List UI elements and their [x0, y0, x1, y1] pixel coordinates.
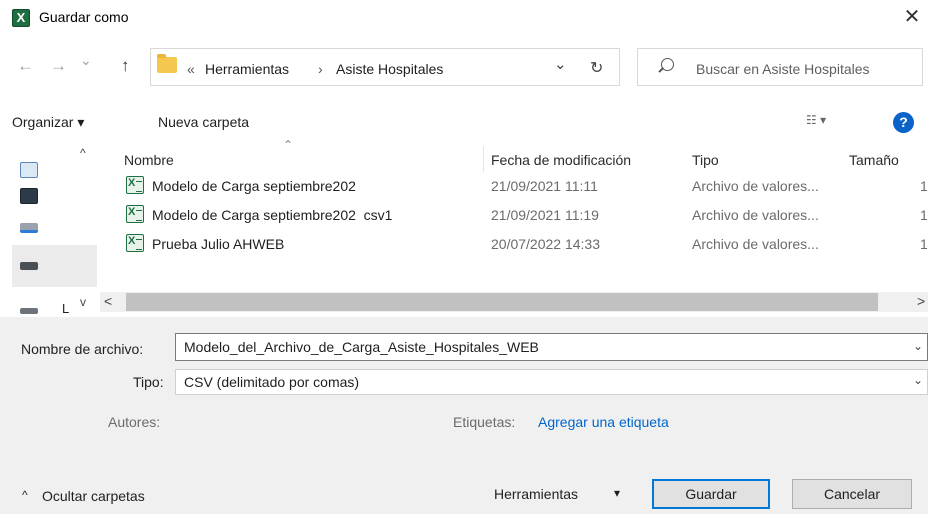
column-header-name[interactable]: Nombre [124, 152, 174, 168]
title-bar [0, 0, 928, 36]
organize-menu[interactable]: Organizar ▾ [12, 114, 84, 131]
documents-icon[interactable] [20, 162, 38, 178]
type-label: Tipo: [133, 374, 164, 390]
table-row[interactable]: Modelo de Carga septiembre202 21/09/2021… [100, 174, 928, 198]
filename-dropdown-icon[interactable]: ⌄ [913, 339, 923, 353]
csv-file-icon [126, 234, 144, 252]
refresh-icon[interactable]: ↻ [590, 58, 603, 78]
forward-icon[interactable]: → [50, 56, 67, 76]
file-size: 1 [920, 178, 928, 194]
windows-drive-icon[interactable] [20, 223, 38, 233]
file-type: Archivo de valores... [692, 178, 819, 194]
search-icon [661, 58, 674, 71]
breadcrumb-herramientas[interactable]: Herramientas [205, 61, 289, 77]
csv-file-icon [126, 205, 144, 223]
file-name: Modelo de Carga septiembre202 [152, 178, 356, 194]
hide-folders-icon[interactable]: ^ [22, 488, 28, 502]
scroll-left-icon[interactable]: < [104, 293, 112, 309]
file-modified: 21/09/2021 11:11 [491, 178, 598, 194]
authors-label: Autores: [108, 414, 161, 430]
filename-label: Nombre de archivo: [21, 341, 144, 357]
window-title: Guardar como [39, 9, 129, 25]
add-tag-link[interactable]: Agregar una etiqueta [538, 414, 669, 430]
column-divider [483, 146, 484, 172]
nav-scroll-down-icon[interactable]: v [80, 295, 86, 309]
tags-label: Etiquetas: [453, 414, 516, 430]
file-type: Archivo de valores... [692, 207, 819, 223]
nav-scroll-up-icon[interactable]: ^ [80, 146, 86, 160]
new-folder-button[interactable]: Nueva carpeta [158, 114, 249, 130]
close-button[interactable]: ✕ [900, 6, 924, 30]
column-header-size[interactable]: Tamaño [849, 152, 899, 168]
up-icon[interactable]: ↑ [121, 56, 130, 76]
file-size: 1 [920, 236, 928, 252]
navigation-pane [0, 144, 97, 314]
recent-locations-icon[interactable]: ⌄ [80, 52, 92, 69]
file-size: 1 [920, 207, 928, 223]
breadcrumb-asiste-hospitales[interactable]: Asiste Hospitales [336, 61, 443, 77]
help-icon[interactable]: ? [893, 112, 914, 133]
tools-dropdown-icon[interactable]: ▾ [614, 486, 620, 500]
network-drive-icon[interactable] [20, 308, 38, 314]
view-options-icon[interactable]: ☷ ▾ [806, 113, 826, 127]
table-row[interactable]: Prueba Julio AHWEB 20/07/2022 14:33 Arch… [100, 232, 928, 256]
tools-menu[interactable]: Herramientas [494, 486, 578, 502]
file-modified: 20/07/2022 14:33 [491, 236, 600, 252]
excel-icon: X [12, 9, 30, 27]
drive-icon[interactable] [20, 262, 38, 270]
hide-folders-button[interactable]: Ocultar carpetas [42, 488, 145, 504]
file-type-select[interactable]: CSV (delimitado por comas) [175, 369, 928, 395]
file-modified: 21/09/2021 11:19 [491, 207, 599, 223]
sort-caret-icon: ⌃ [283, 138, 294, 152]
search-placeholder[interactable]: Buscar en Asiste Hospitales [696, 61, 870, 77]
column-header-type[interactable]: Tipo [692, 152, 719, 168]
filename-input[interactable] [175, 333, 928, 361]
breadcrumb-separator[interactable]: › [318, 61, 323, 77]
scroll-right-icon[interactable]: > [917, 293, 925, 309]
videos-icon[interactable] [20, 188, 38, 204]
cancel-button[interactable]: Cancelar [792, 479, 912, 509]
horizontal-scroll-thumb[interactable] [126, 293, 878, 311]
csv-file-icon [126, 176, 144, 194]
file-type-value: CSV (delimitado por comas) [184, 374, 360, 390]
back-icon[interactable]: ← [17, 56, 34, 76]
column-header-modified[interactable]: Fecha de modificación [491, 152, 631, 168]
folder-icon [157, 54, 177, 73]
breadcrumb-overflow[interactable]: « [187, 61, 195, 77]
file-name: Modelo de Carga septiembre202 csv1 [152, 207, 393, 223]
address-dropdown-icon[interactable]: ⌄ [554, 55, 567, 73]
file-name: Prueba Julio AHWEB [152, 236, 285, 252]
table-row[interactable]: Modelo de Carga septiembre202 csv1 21/09… [100, 203, 928, 227]
save-button[interactable]: Guardar [652, 479, 770, 509]
file-type: Archivo de valores... [692, 236, 819, 252]
nav-item-partial-label[interactable]: L [62, 301, 69, 316]
file-type-dropdown-icon[interactable]: ⌄ [913, 373, 923, 387]
